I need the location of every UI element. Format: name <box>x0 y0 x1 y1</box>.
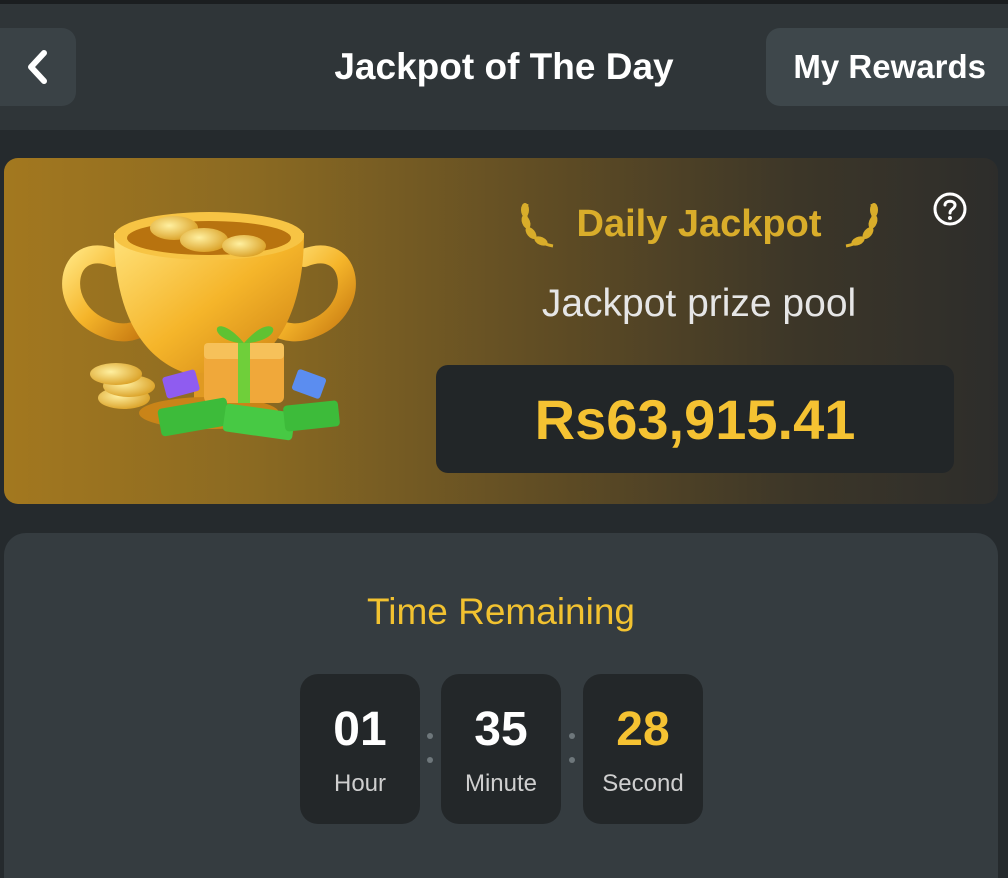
laurel-left-icon <box>520 203 553 248</box>
jackpot-heading-text: Daily Jackpot <box>576 202 822 245</box>
daily-jackpot-card: Daily Jackpot Jackpot prize pool Rs63,91… <box>4 158 998 504</box>
time-remaining-title: Time Remaining <box>367 591 635 632</box>
question-circle-icon[interactable] <box>932 191 968 227</box>
minute-box: 35 Minute <box>441 674 561 824</box>
minute-value: 35 <box>474 703 528 756</box>
colon-separator <box>426 733 434 763</box>
colon-separator <box>568 733 576 763</box>
hour-box: 01 Hour <box>300 674 420 824</box>
trophy-coins-icon <box>62 212 356 441</box>
chevron-left-icon <box>28 50 47 84</box>
laurel-right-icon <box>845 203 878 248</box>
my-rewards-button[interactable]: My Rewards <box>766 28 1008 106</box>
app-header: Jackpot of The Day My Rewards <box>0 4 1008 130</box>
back-button[interactable] <box>0 28 76 106</box>
hour-label: Hour <box>333 770 387 797</box>
minute-label: Minute <box>464 770 538 797</box>
daily-jackpot-heading: Daily Jackpot <box>504 194 894 254</box>
jackpot-amount: Rs63,915.41 <box>436 365 954 473</box>
prize-pool-label: Jackpot prize pool <box>541 282 857 325</box>
second-box: 28 Second <box>583 674 703 824</box>
time-remaining-card: Time Remaining 01 Hour 35 Minute 28 Seco… <box>4 533 998 878</box>
hour-value: 01 <box>333 703 387 756</box>
second-value: 28 <box>616 703 670 756</box>
second-label: Second <box>602 770 684 797</box>
